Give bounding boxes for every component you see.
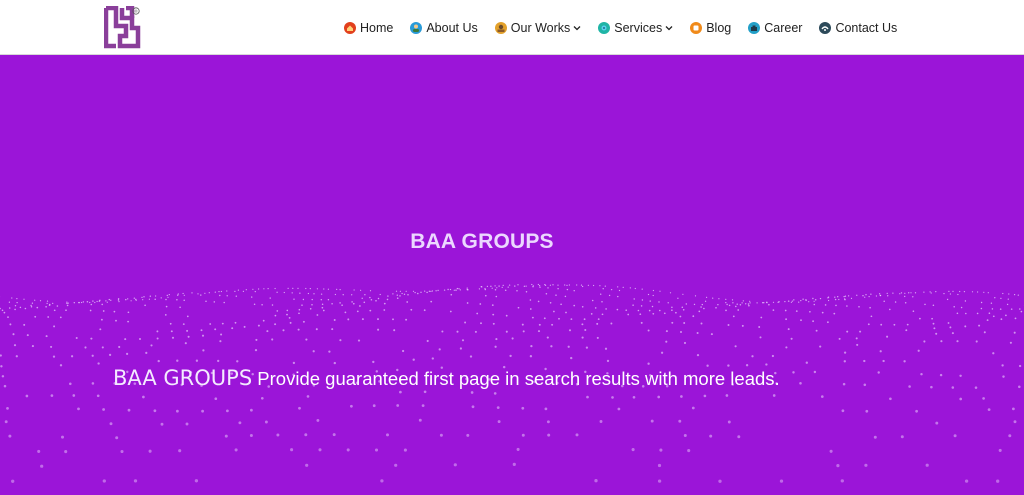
nav-item-our-works[interactable]: Our Works [494,21,582,35]
home-icon [344,22,356,34]
nav-item-blog[interactable]: Blog [690,21,731,35]
works-icon [494,22,507,34]
chevron-down-icon [573,26,581,31]
nav-label-our-works: Our Works [510,21,571,35]
nav-item-services[interactable]: Services [598,21,673,35]
hero-subtitle: BAA GROUPS Provide guaranteed first page… [113,366,780,390]
main-nav: Home About Us Our Works Services Blog Ca… [344,19,897,37]
hero-banner: BAA GROUPS BAA GROUPS Provide guaranteed… [0,55,1024,495]
particle-wave-graphic [0,283,1024,483]
blog-icon [690,22,703,34]
logo-icon: ® [103,5,141,49]
nav-label-services: Services [614,21,663,35]
nav-label-blog: Blog [706,21,732,35]
nav-item-home[interactable]: Home [344,21,393,35]
hero-title: BAA GROUPS [410,230,554,253]
site-header: ® Home About Us Our Works Services Blog … [0,0,1024,55]
nav-label-home: Home [360,21,394,35]
about-icon [410,22,423,34]
nav-item-contact-us[interactable]: Contact Us [819,21,897,35]
nav-label-career: Career [764,21,803,35]
contact-icon [819,22,832,34]
nav-item-about-us[interactable]: About Us [410,21,478,35]
hero-subtitle-text: Provide guaranteed first page in search … [252,368,780,389]
chevron-down-icon [665,26,673,31]
nav-label-about-us: About Us [426,21,478,35]
hero-subtitle-brand: BAA GROUPS [113,366,253,390]
logo[interactable]: ® [103,5,146,50]
nav-label-contact-us: Contact Us [835,21,898,35]
services-icon [598,22,611,34]
career-icon [748,22,761,34]
nav-item-career[interactable]: Career [748,21,802,35]
